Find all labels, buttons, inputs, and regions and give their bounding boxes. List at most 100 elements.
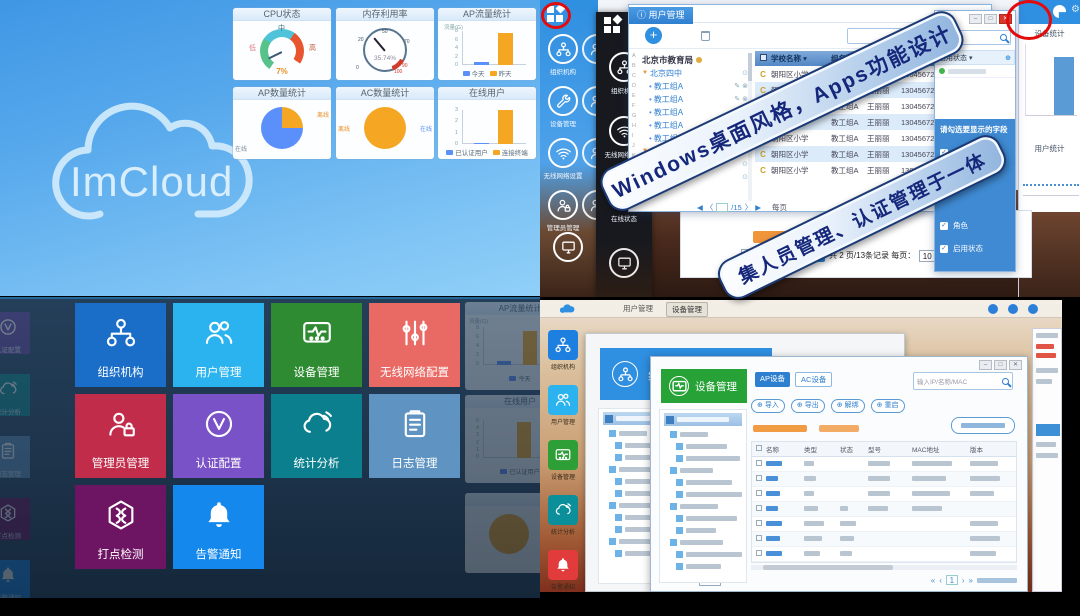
search-icon[interactable] [1002,378,1009,385]
device-tab-AC设备[interactable]: AC设备 [795,372,832,387]
add-user-button[interactable]: + [645,27,662,44]
index-letter[interactable]: E [632,93,640,103]
sidebar-item-2[interactable] [548,138,578,168]
sidebar-item-统计分析[interactable] [548,495,578,525]
h-scrollbar[interactable] [751,565,1017,570]
row-check[interactable] [752,520,766,528]
field-check-row[interactable]: ✓启用状态 [940,243,1010,254]
index-letter[interactable]: I [632,133,640,143]
sidebar-item-3[interactable] [548,190,578,220]
pie-chart-icon[interactable] [1053,5,1066,18]
row-check[interactable]: C [755,70,771,79]
tree-root-row[interactable] [664,413,742,426]
tree-item-row[interactable] [664,476,742,488]
maximize-icon[interactable]: □ [994,360,1007,370]
pager-last-icon[interactable]: ▶ [755,203,761,212]
pager-first-icon[interactable]: ◀ [697,203,703,212]
field-check-row[interactable]: ✓角色 [940,220,1010,231]
gear-icon[interactable]: ⚙ [1071,4,1080,15]
checkbox-icon[interactable]: ✓ [940,222,948,230]
index-letter[interactable]: C [632,73,640,83]
index-letter[interactable]: D [632,83,640,93]
pager-next-icon[interactable]: 〉 [745,202,753,213]
index-letter[interactable]: A [632,53,640,63]
toolbar-button-重启[interactable]: ⊕重启 [871,399,905,413]
add-icon[interactable]: ⊕ [1005,54,1011,62]
tree-item-row[interactable] [664,560,742,572]
action-button[interactable] [951,417,1015,434]
tree-item-row[interactable] [664,536,742,548]
tree-item-row[interactable] [664,500,742,512]
tree-node[interactable]: •教工组A✎⊗ [642,93,748,106]
row-check[interactable] [752,490,766,498]
pager-first-icon[interactable]: « [931,576,935,585]
row-check[interactable] [752,475,766,483]
row-check[interactable]: C [755,150,771,159]
header-check[interactable] [752,445,766,453]
index-letter[interactable]: G [632,113,640,123]
column-header[interactable]: 学校名称 ▾ [771,53,831,64]
tile-用户管理[interactable]: 用户管理 [173,303,264,387]
index-letter[interactable]: F [632,103,640,113]
column-header[interactable]: 状态 [840,444,868,454]
selected-row[interactable] [1036,424,1060,436]
row-check[interactable] [752,460,766,468]
search-icon[interactable] [1000,34,1007,41]
column-header[interactable]: 类型 [804,444,840,454]
tile-设备管理[interactable]: 设备管理 [271,303,362,387]
column-header[interactable]: 版本 [970,444,1010,454]
tree-item-row[interactable] [664,440,742,452]
table-row[interactable] [752,517,1016,532]
taskbar-tab-用户管理[interactable]: 用户管理 [618,302,658,317]
delete-icon[interactable] [701,31,710,41]
sidebar-item-用户管理[interactable] [548,385,578,415]
taskbar-icon[interactable] [1008,304,1018,314]
tile-组织机构[interactable]: 组织机构 [75,303,166,387]
row-check[interactable] [752,535,766,543]
taskbar-icon[interactable] [988,304,998,314]
tree-item-row[interactable] [664,524,742,536]
table-row[interactable] [752,502,1016,517]
checkbox-icon[interactable]: ✓ [940,245,948,253]
row-check[interactable] [752,550,766,558]
sidebar-item-组织机构[interactable] [548,330,578,360]
tile-管理员管理[interactable]: 管理员管理 [75,394,166,478]
sidebar-item-1[interactable] [548,86,578,116]
maximize-icon[interactable]: □ [984,14,997,24]
tile-打点检测[interactable]: 打点检测 [75,485,166,569]
tree-item-row[interactable] [664,512,742,524]
tree-item-row[interactable] [664,548,742,560]
window-title-tab[interactable]: ⓘ 用户管理 [629,7,693,24]
column-header[interactable]: 名称 [766,444,804,454]
tree-node[interactable]: ▼北京四中⊙ [642,67,748,80]
column-header[interactable]: MAC地址 [912,444,970,454]
table-row[interactable] [752,547,1016,562]
toolbar-button-导入[interactable]: ⊕导入 [751,399,785,413]
table-row[interactable] [752,472,1016,487]
device-header-chip[interactable]: 设备管理 [661,369,747,403]
tiles-logo-icon[interactable] [604,17,622,35]
tile-统计分析[interactable]: 统计分析 [271,394,362,478]
pager-prev-icon[interactable]: ‹ [939,576,942,585]
edit-icon[interactable]: ✎ [734,80,740,93]
toolbar-button-解绑[interactable]: ⊕解绑 [831,399,865,413]
close-icon[interactable]: ✕ [1009,360,1022,370]
cloud-logo-icon[interactable] [560,303,576,315]
per-page-select[interactable]: 10 [919,250,935,262]
table-row[interactable] [752,532,1016,547]
pager-next-icon[interactable]: › [962,576,965,585]
minimize-icon[interactable]: – [979,360,992,370]
tree-item-row[interactable] [664,428,742,440]
tile-日志管理[interactable]: 日志管理 [369,394,460,478]
index-letter[interactable]: J [632,143,640,153]
pager-prev-icon[interactable]: 〈 [706,202,714,213]
row-check[interactable]: C [755,166,771,175]
tree-item-row[interactable] [664,464,742,476]
edit-icon[interactable]: ✎ [734,93,740,106]
toolbar-button-导出[interactable]: ⊕导出 [791,399,825,413]
pager-page-box[interactable]: 1 [946,575,958,585]
tile-无线网络配置[interactable]: 无线网络配置 [369,303,460,387]
index-letter[interactable]: H [632,123,640,133]
column-header[interactable]: 型号 [868,444,912,454]
tile-告警通知[interactable]: 告警通知 [173,485,264,569]
